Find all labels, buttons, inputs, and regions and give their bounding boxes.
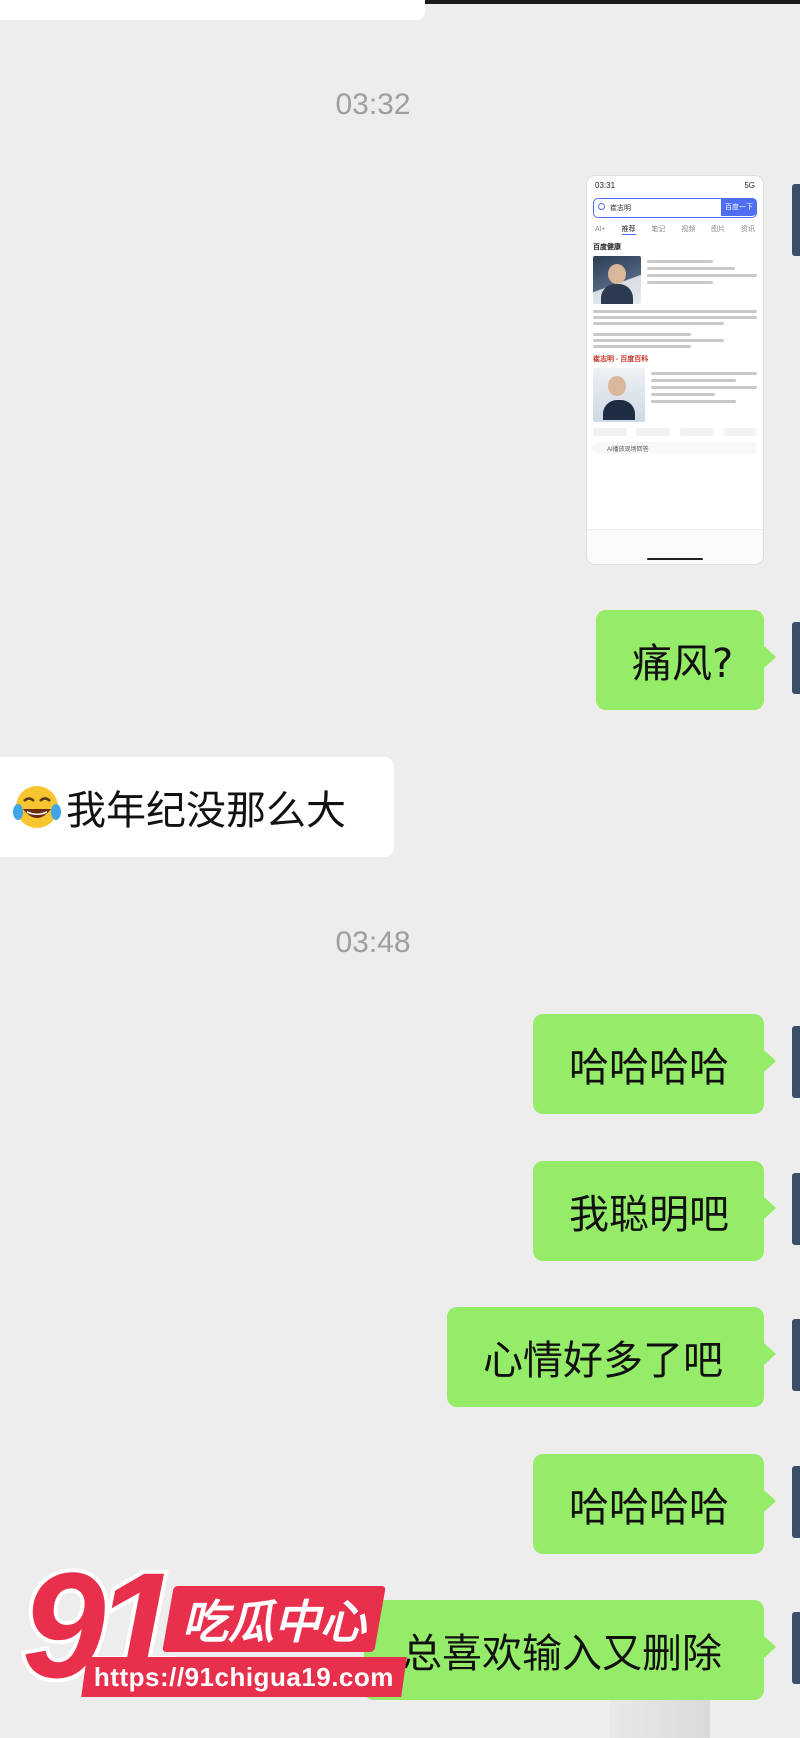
screenshot-section-title: 百度健康 bbox=[593, 244, 621, 251]
avatar[interactable] bbox=[792, 1466, 800, 1538]
message-text: 心情好多了吧 bbox=[483, 1338, 723, 1384]
avatar[interactable] bbox=[792, 622, 800, 694]
screenshot-tab: 笔记 bbox=[651, 226, 666, 233]
bubble-tail bbox=[764, 1050, 776, 1072]
screenshot-tab: 推荐 bbox=[621, 225, 636, 235]
watermark-brand-text: 吃瓜中心 bbox=[182, 1595, 366, 1649]
message-text: 总喜欢输入又删除 bbox=[402, 1631, 722, 1677]
timestamp: 03:48 bbox=[335, 926, 411, 959]
portrait-photo bbox=[593, 256, 641, 304]
watermark-brand: 吃瓜中心 bbox=[162, 1586, 386, 1652]
bubble-tail bbox=[764, 1197, 776, 1219]
bottom-blur bbox=[610, 1700, 710, 1738]
screenshot-time: 03:31 bbox=[595, 180, 616, 190]
message-text: 我年纪没那么大 bbox=[66, 788, 346, 834]
outgoing-message[interactable]: 哈哈哈哈 bbox=[533, 1014, 776, 1114]
screenshot-tabs: AI+ 推荐 笔记 视频 图片 资讯 bbox=[587, 222, 763, 236]
screenshot-search-box: 崔志明 百度一下 bbox=[593, 198, 757, 218]
avatar[interactable] bbox=[792, 1173, 800, 1245]
avatar[interactable] bbox=[792, 184, 800, 256]
avatar[interactable] bbox=[792, 1026, 800, 1098]
outgoing-message[interactable]: 总喜欢输入又删除 bbox=[364, 1600, 776, 1700]
watermark-url: https://91chigua19.com bbox=[81, 1657, 407, 1697]
message-text: 痛风? bbox=[632, 641, 734, 687]
screenshot-profile-info bbox=[647, 256, 757, 304]
bubble-tail bbox=[764, 646, 776, 668]
screenshot-status-bar: 03:31 5G bbox=[587, 176, 763, 194]
portrait-photo bbox=[593, 368, 645, 422]
timestamp: 03:32 bbox=[335, 88, 411, 121]
bubble-tail bbox=[764, 1343, 776, 1365]
message-text: 哈哈哈哈 bbox=[569, 1485, 729, 1531]
tears-of-joy-emoji-icon bbox=[13, 786, 61, 828]
message-text: 哈哈哈哈 bbox=[569, 1045, 729, 1091]
screenshot-tab: 资讯 bbox=[741, 226, 756, 233]
outgoing-message[interactable]: 心情好多了吧 bbox=[447, 1307, 776, 1407]
bubble-tail bbox=[764, 1490, 776, 1512]
previous-message-bubble[interactable] bbox=[0, 0, 425, 20]
screenshot-chips bbox=[593, 428, 757, 436]
outgoing-message[interactable]: 痛风? bbox=[596, 610, 776, 710]
screenshot-search-button: 百度一下 bbox=[721, 198, 757, 216]
screenshot-search-query: 崔志明 bbox=[610, 205, 631, 212]
screenshot-tab: 视频 bbox=[681, 226, 696, 233]
image-message[interactable]: 03:31 5G 崔志明 百度一下 AI+ 推荐 笔记 视频 图片 资讯 百度健… bbox=[587, 176, 763, 564]
screenshot-address-row: AI播放现场回答 bbox=[593, 442, 757, 454]
incoming-message[interactable]: 我年纪没那么大 bbox=[0, 757, 394, 857]
screenshot-profile-card bbox=[593, 256, 757, 304]
outgoing-message[interactable]: 哈哈哈哈 bbox=[533, 1454, 776, 1554]
screenshot-baike-card bbox=[593, 368, 757, 422]
screenshot-signal: 5G bbox=[744, 180, 755, 190]
bubble-tail bbox=[764, 1636, 776, 1658]
avatar[interactable] bbox=[792, 1319, 800, 1391]
screenshot-tab: 图片 bbox=[711, 226, 726, 233]
screenshot-bottom-nav bbox=[587, 529, 763, 564]
screenshot-section-title: 崔志明 - 百度百科 bbox=[593, 356, 649, 363]
search-icon bbox=[598, 203, 605, 210]
screenshot-tab: AI+ bbox=[594, 225, 606, 233]
watermark-url-text: https://91chigua19.com bbox=[94, 1661, 394, 1692]
avatar[interactable] bbox=[792, 1612, 800, 1684]
message-text: 我聪明吧 bbox=[569, 1192, 729, 1238]
screenshot-text-block bbox=[593, 310, 757, 348]
screenshot-baike-info bbox=[651, 368, 757, 422]
outgoing-message[interactable]: 我聪明吧 bbox=[533, 1161, 776, 1261]
